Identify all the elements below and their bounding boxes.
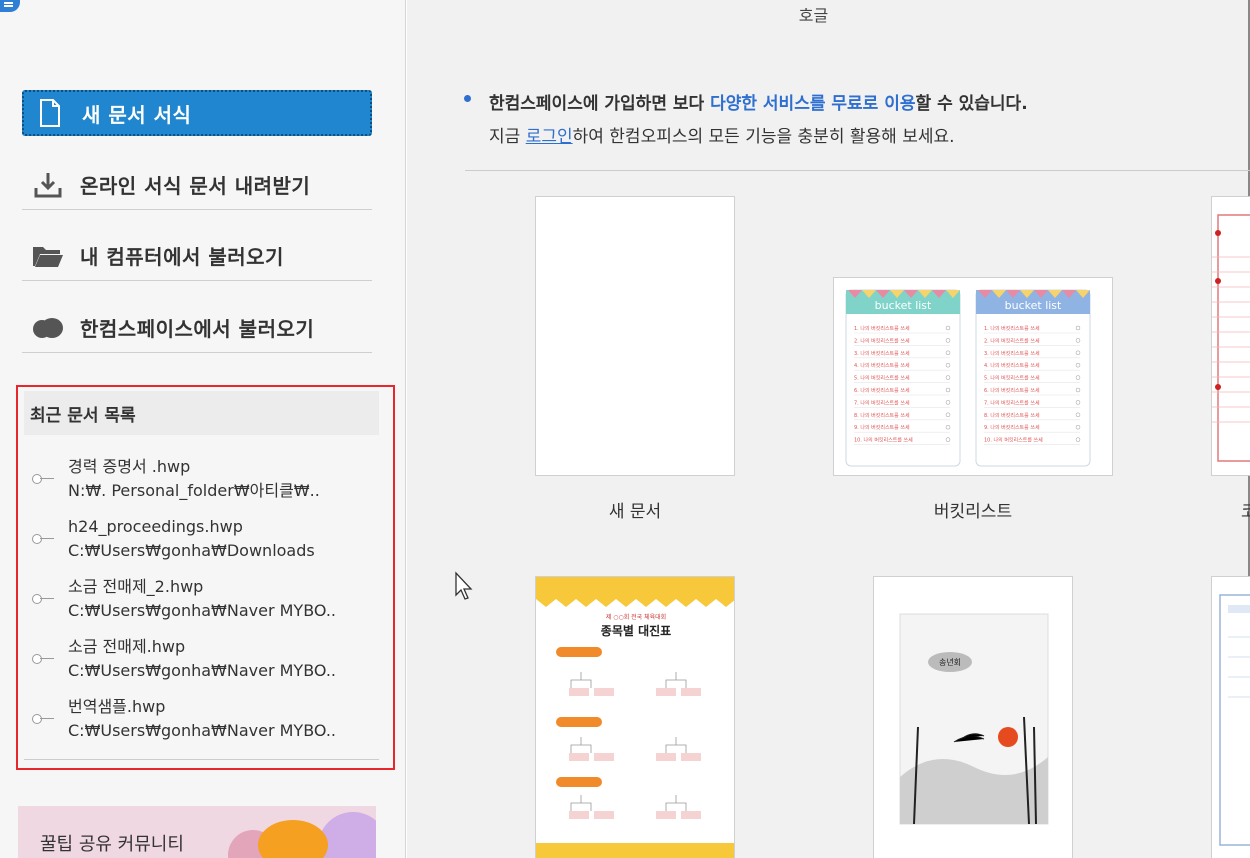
recent-document-name: 소금 전매제_2.hwp xyxy=(68,577,204,596)
pin-icon[interactable] xyxy=(32,534,54,544)
folder-icon xyxy=(32,240,64,272)
recent-document-path: C:₩Users₩gonha₩Downloads xyxy=(68,541,315,560)
bucket-row: 6. 나의 버킷리스트를 쓰세 xyxy=(854,387,910,394)
recent-document-name: 번역샘플.hwp xyxy=(68,697,166,716)
recent-document-name: 소금 전매제.hwp xyxy=(68,637,186,656)
nav-online-templates-download[interactable]: 온라인 서식 문서 내려받기 xyxy=(22,160,372,210)
pin-icon[interactable] xyxy=(32,474,54,484)
hancomspace-notice: 한컴스페이스에 가입하면 보다 다양한 서비스를 무료로 이용할 수 있습니다.… xyxy=(464,88,1028,154)
recent-document-path: C:₩Users₩gonha₩Naver MYBO.. xyxy=(68,601,336,620)
bucket-row: 4. 나의 버킷리스트를 쓰세 xyxy=(854,362,910,369)
nav-new-document-template[interactable]: 새 문서 서식 xyxy=(22,90,372,136)
template-blank-document[interactable] xyxy=(535,196,735,476)
tournament-title: 종목별 대진표 xyxy=(601,623,671,638)
recent-documents-panel: 최근 문서 목록 경력 증명서 .hwp N:₩. Personal_folde… xyxy=(16,385,395,770)
nav-open-from-computer[interactable]: 내 컴퓨터에서 불러오기 xyxy=(22,231,372,281)
bucket-row: 9. 나의 버킷리스트를 쓰세 xyxy=(854,424,910,431)
bucket-row: 2. 나의 버킷리스트를 쓰세 xyxy=(854,337,910,344)
app-logo-icon[interactable] xyxy=(0,0,20,12)
nav-label: 새 문서 서식 xyxy=(82,102,192,127)
template-label: 버킷리스트 xyxy=(933,502,1013,522)
nav-label: 한컴스페이스에서 불러오기 xyxy=(80,317,315,341)
recent-document-name: 경력 증명서 .hwp xyxy=(68,457,191,476)
pin-icon[interactable] xyxy=(32,594,54,604)
recent-document-path: N:₩. Personal_folder₩아티클₩.. xyxy=(68,481,320,500)
bucket-row: 4. 나의 버킷리스트를 쓰세 xyxy=(984,362,1040,369)
bucket-list-thumbnail: bucket list 1. 나의 버킷리스트를 쓰세 2. 나의 버킷리스트를 쓰… xyxy=(845,289,1091,467)
pin-icon[interactable] xyxy=(32,654,54,664)
template-partial-right[interactable] xyxy=(1211,196,1250,476)
bucket-row: 10. 나의 버킷리스트를 쓰세 xyxy=(984,437,1043,444)
bee-illustration xyxy=(258,820,328,858)
notice-highlight: 다양한 서비스를 무료로 이용 xyxy=(710,94,916,114)
recent-document-item[interactable]: 소금 전매제.hwp C:₩Users₩gonha₩Naver MYBO.. xyxy=(18,629,393,689)
template-bucket-list[interactable]: bucket list 1. 나의 버킷리스트를 쓰세 2. 나의 버킷리스트를 쓰… xyxy=(833,277,1113,476)
recent-document-item[interactable]: 경력 증명서 .hwp N:₩. Personal_folder₩아티클₩.. xyxy=(18,449,393,509)
download-icon xyxy=(32,169,64,201)
bucket-row: 7. 나의 버킷리스트를 쓰세 xyxy=(854,399,910,406)
bucket-row: 5. 나의 버킷리스트를 쓰세 xyxy=(984,375,1040,382)
recent-documents-list: 경력 증명서 .hwp N:₩. Personal_folder₩아티클₩.. … xyxy=(18,449,393,749)
template-label: 코 xyxy=(1241,502,1250,522)
mouse-cursor-icon xyxy=(455,571,473,600)
cloud-icon xyxy=(32,312,64,344)
bucket-row: 2. 나의 버킷리스트를 쓰세 xyxy=(984,337,1040,344)
bucket-row: 8. 나의 버킷리스트를 쓰세 xyxy=(854,412,910,419)
bucket-heading: bucket list xyxy=(875,299,932,312)
recent-documents-title: 최근 문서 목록 xyxy=(24,391,379,435)
recent-document-path: C:₩Users₩gonha₩Naver MYBO.. xyxy=(68,661,336,680)
recent-document-item[interactable]: h24_proceedings.hwp C:₩Users₩gonha₩Downl… xyxy=(18,509,393,569)
nav-label: 온라인 서식 문서 내려받기 xyxy=(80,174,311,198)
divider xyxy=(24,759,379,760)
bucket-row: 9. 나의 버킷리스트를 쓰세 xyxy=(984,424,1040,431)
bucket-row: 1. 나의 버킷리스트를 쓰세 xyxy=(984,325,1040,332)
template-tournament-bracket[interactable]: 제 ○○회 전국 체육대회 종목별 대진표 xyxy=(535,576,735,858)
nav-label: 내 컴퓨터에서 불러오기 xyxy=(80,245,284,269)
bucket-row: 6. 나의 버킷리스트를 쓰세 xyxy=(984,387,1040,394)
bucket-row: 8. 나의 버킷리스트를 쓰세 xyxy=(984,412,1040,419)
main-panel: 호글 한컴스페이스에 가입하면 보다 다양한 서비스를 무료로 이용할 수 있습… xyxy=(407,0,1250,858)
window-title: 호글 xyxy=(798,6,829,25)
bucket-row: 7. 나의 버킷리스트를 쓰세 xyxy=(984,399,1040,406)
new-document-icon xyxy=(34,97,66,129)
bullet-icon xyxy=(464,95,471,102)
login-link[interactable]: 로그인 xyxy=(526,127,573,147)
bucket-row: 10. 나의 버킷리스트를 쓰세 xyxy=(854,437,913,444)
tournament-subtitle: 제 ○○회 전국 체육대회 xyxy=(606,613,666,621)
bucket-row: 5. 나의 버킷리스트를 쓰세 xyxy=(854,375,910,382)
bucket-row: 3. 나의 버킷리스트를 쓰세 xyxy=(984,350,1040,357)
template-partial-right-bottom[interactable] xyxy=(1211,576,1250,858)
recent-document-item[interactable]: 번역샘플.hwp C:₩Users₩gonha₩Naver MYBO.. xyxy=(18,689,393,749)
banner-text: 꿀팁 공유 커뮤니티 xyxy=(40,834,184,855)
template-ink-painting[interactable]: 송년회 xyxy=(873,576,1073,858)
recent-document-path: C:₩Users₩gonha₩Naver MYBO.. xyxy=(68,721,336,740)
left-panel: 새 문서 서식 온라인 서식 문서 내려받기 내 컴퓨터에서 불러오기 한컴스페… xyxy=(0,0,406,858)
divider xyxy=(465,170,1250,171)
template-label: 새 문서 xyxy=(608,502,662,522)
pin-icon[interactable] xyxy=(32,714,54,724)
nav-open-from-hancomspace[interactable]: 한컴스페이스에서 불러오기 xyxy=(22,303,372,353)
ink-badge: 송년회 xyxy=(939,657,961,667)
recent-document-name: h24_proceedings.hwp xyxy=(68,517,243,536)
community-banner[interactable]: 꿀팁 공유 커뮤니티 xyxy=(18,806,376,858)
bucket-row: 1. 나의 버킷리스트를 쓰세 xyxy=(854,325,910,332)
bucket-heading: bucket list xyxy=(1005,299,1062,312)
bucket-row: 3. 나의 버킷리스트를 쓰세 xyxy=(854,350,910,357)
recent-document-item[interactable]: 소금 전매제_2.hwp C:₩Users₩gonha₩Naver MYBO.. xyxy=(18,569,393,629)
